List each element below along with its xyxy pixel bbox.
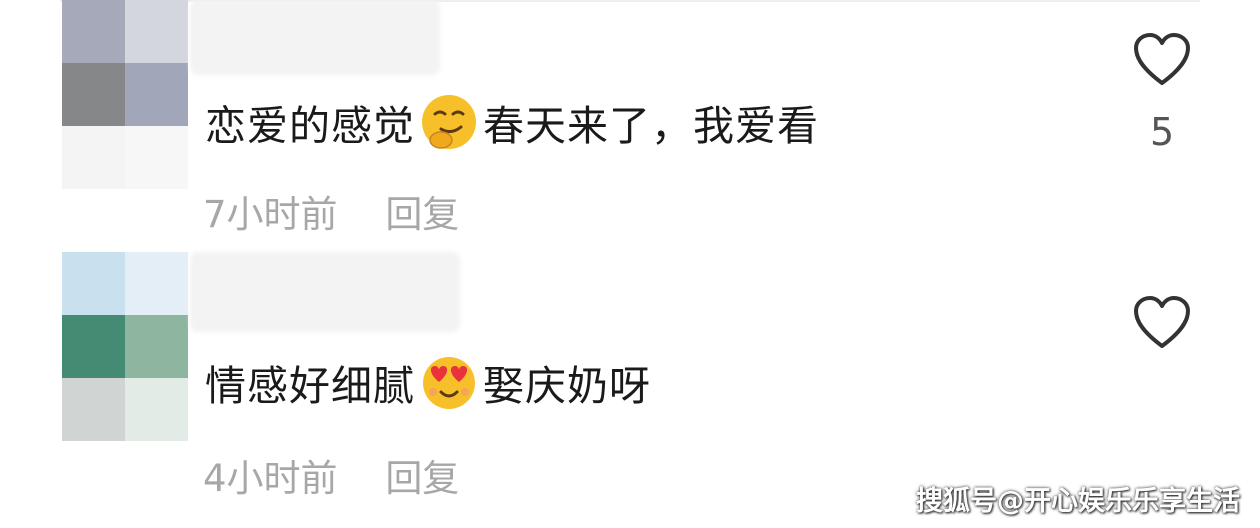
comment-time: 7小时前 bbox=[203, 193, 338, 236]
comment-text-part: 娶庆奶呀 bbox=[483, 362, 651, 410]
comment-text: 情感好细腻 娶庆奶呀 bbox=[205, 352, 651, 412]
hugging-smirk-emoji bbox=[422, 95, 476, 149]
comment-text-part: 情感好细腻 bbox=[205, 362, 415, 410]
comment-meta: 7小时前 回复 bbox=[203, 184, 459, 238]
heart-eyes-emoji bbox=[423, 357, 475, 409]
reply-button[interactable]: 回复 bbox=[385, 457, 459, 500]
comment-text: 恋爱的感觉 春天来了，我爱看 bbox=[205, 92, 819, 152]
watermark: 搜狐号@开心娱乐乐享生活 bbox=[916, 486, 1240, 517]
like-heart-icon[interactable] bbox=[1133, 296, 1191, 350]
comment-item: 恋爱的感觉 春天来了，我爱看 7小时前 回复 5 bbox=[0, 0, 1260, 250]
comment-meta: 4小时前 回复 bbox=[203, 448, 459, 502]
username-blurred[interactable] bbox=[190, 0, 440, 75]
comment-time: 4小时前 bbox=[203, 457, 338, 500]
like-heart-icon[interactable] bbox=[1133, 33, 1191, 87]
avatar[interactable] bbox=[62, 252, 202, 442]
username-blurred[interactable] bbox=[190, 252, 460, 332]
comment-text-part: 恋爱的感觉 bbox=[205, 102, 415, 150]
comment-text-part: 春天来了，我爱看 bbox=[483, 102, 819, 150]
like-count: 5 bbox=[1150, 110, 1175, 154]
reply-button[interactable]: 回复 bbox=[385, 193, 459, 236]
avatar[interactable] bbox=[62, 0, 202, 190]
